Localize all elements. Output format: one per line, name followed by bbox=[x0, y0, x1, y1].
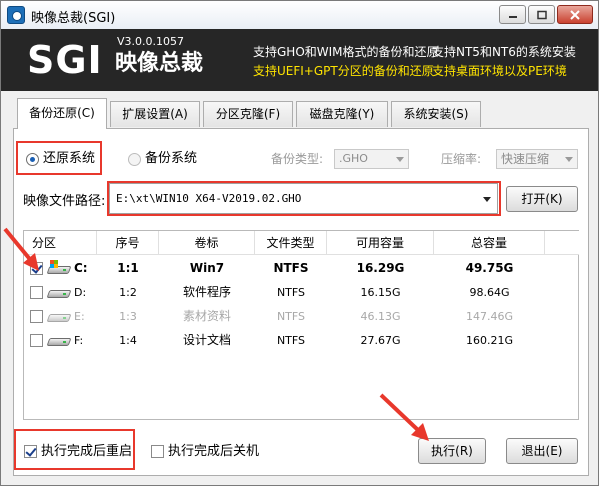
column-header-free[interactable]: 可用容量 bbox=[327, 231, 434, 255]
partition-index: 1:1 bbox=[117, 261, 139, 275]
logo-text: SGI bbox=[27, 38, 103, 82]
feature-text: 支持GHO和WIM格式的备份和还原 bbox=[253, 45, 439, 59]
backup-label[interactable]: 备份系统 bbox=[145, 151, 197, 167]
free-space: 46.13G bbox=[360, 310, 401, 323]
drive-letter: C: bbox=[74, 261, 88, 275]
compression-label: 压缩率: bbox=[441, 152, 482, 166]
annotation-box bbox=[16, 141, 102, 175]
row-checkbox[interactable] bbox=[30, 286, 43, 299]
annotation-arrow-icon bbox=[379, 393, 429, 441]
exit-button[interactable]: 退出(E) bbox=[506, 438, 578, 464]
compression-select[interactable]: 快速压缩 bbox=[496, 149, 578, 169]
tab-backup-restore[interactable]: 备份还原(C) bbox=[17, 98, 107, 129]
row-checkbox[interactable] bbox=[30, 334, 43, 347]
column-header-filesystem[interactable]: 文件类型 bbox=[255, 231, 327, 255]
main-window: 映像总裁(SGI) SGI V3.0.0.1057 映像总裁 支持GHO和WIM… bbox=[0, 0, 599, 486]
minimize-icon bbox=[508, 15, 517, 18]
drive-icon bbox=[46, 311, 72, 323]
column-header-index[interactable]: 序号 bbox=[97, 231, 159, 255]
column-header-total[interactable]: 总容量 bbox=[434, 231, 545, 255]
volume-label: 设计文档 bbox=[182, 333, 231, 347]
tab-disk-clone[interactable]: 磁盘克隆(Y) bbox=[296, 101, 388, 127]
free-space: 27.67G bbox=[360, 334, 401, 347]
total-space: 147.46G bbox=[465, 310, 513, 323]
drive-icon bbox=[46, 335, 72, 347]
feature-text: 支持NT5和NT6的系统安装 bbox=[432, 45, 576, 59]
row-checkbox[interactable] bbox=[30, 310, 43, 323]
product-name: 映像总裁 bbox=[115, 51, 204, 76]
partition-index: 1:4 bbox=[119, 334, 137, 347]
partition-index: 1:2 bbox=[119, 286, 137, 299]
column-header-label[interactable]: 卷标 bbox=[159, 231, 255, 255]
volume-label: 软件程序 bbox=[182, 285, 231, 299]
image-path-label: 映像文件路径: bbox=[23, 194, 106, 209]
total-space: 49.75G bbox=[465, 261, 514, 275]
backup-type-value: .GHO bbox=[339, 152, 368, 165]
chevron-down-icon bbox=[565, 157, 573, 162]
windows-drive-icon bbox=[46, 260, 72, 275]
total-space: 160.21G bbox=[465, 334, 513, 347]
maximize-icon bbox=[536, 10, 547, 19]
feature-text: 支持UEFI+GPT分区的备份和还原 bbox=[253, 64, 434, 78]
drive-icon bbox=[46, 287, 72, 299]
banner: SGI V3.0.0.1057 映像总裁 支持GHO和WIM格式的备份和还原 支… bbox=[1, 29, 598, 91]
file-system: NTFS bbox=[273, 261, 309, 275]
free-space: 16.29G bbox=[356, 261, 405, 275]
feature-text: 支持桌面环境以及PE环境 bbox=[432, 64, 567, 78]
maximize-button[interactable] bbox=[528, 5, 555, 24]
backup-radio[interactable] bbox=[128, 153, 141, 166]
drive-letter: F: bbox=[74, 334, 84, 347]
backup-type-label: 备份类型: bbox=[271, 152, 324, 166]
minimize-button[interactable] bbox=[499, 5, 526, 24]
file-system: NTFS bbox=[276, 310, 306, 323]
table-row[interactable]: F: 1:4 设计文档 NTFS 27.67G 160.21G bbox=[24, 329, 578, 352]
file-system: NTFS bbox=[276, 286, 306, 299]
title-bar[interactable]: 映像总裁(SGI) bbox=[1, 1, 598, 29]
shutdown-after-checkbox[interactable] bbox=[151, 445, 164, 458]
file-system: NTFS bbox=[276, 334, 306, 347]
annotation-box bbox=[107, 181, 501, 216]
window-title: 映像总裁(SGI) bbox=[31, 11, 116, 26]
partition-table: 分区 序号 卷标 文件类型 可用容量 总容量 C: 1:1 Win7 NTFS … bbox=[23, 230, 579, 420]
open-button[interactable]: 打开(K) bbox=[506, 186, 578, 212]
drive-letter: D: bbox=[74, 286, 87, 299]
volume-label: Win7 bbox=[189, 261, 225, 275]
partition-index: 1:3 bbox=[119, 310, 137, 323]
compression-value: 快速压缩 bbox=[501, 152, 550, 166]
version-label: V3.0.0.1057 bbox=[117, 35, 185, 48]
drive-letter: E: bbox=[74, 310, 85, 323]
table-row[interactable]: C: 1:1 Win7 NTFS 16.29G 49.75G bbox=[24, 257, 578, 280]
chevron-down-icon bbox=[396, 157, 404, 162]
annotation-arrow-icon bbox=[3, 227, 39, 271]
table-row[interactable]: D: 1:2 软件程序 NTFS 16.15G 98.64G bbox=[24, 281, 578, 304]
column-header-spacer bbox=[545, 231, 579, 255]
app-icon bbox=[7, 6, 25, 24]
total-space: 98.64G bbox=[469, 286, 510, 299]
close-button[interactable] bbox=[557, 5, 593, 24]
annotation-box bbox=[14, 429, 135, 470]
shutdown-after-label[interactable]: 执行完成后关机 bbox=[168, 444, 259, 460]
volume-label: 素材资料 bbox=[182, 309, 231, 323]
close-icon bbox=[570, 9, 580, 20]
tab-system-install[interactable]: 系统安装(S) bbox=[391, 101, 481, 127]
tab-extended-settings[interactable]: 扩展设置(A) bbox=[110, 101, 200, 127]
tab-partition-clone[interactable]: 分区克隆(F) bbox=[203, 101, 293, 127]
backup-type-select[interactable]: .GHO bbox=[334, 149, 409, 169]
free-space: 16.15G bbox=[360, 286, 401, 299]
table-row[interactable]: E: 1:3 素材资料 NTFS 46.13G 147.46G bbox=[24, 305, 578, 328]
